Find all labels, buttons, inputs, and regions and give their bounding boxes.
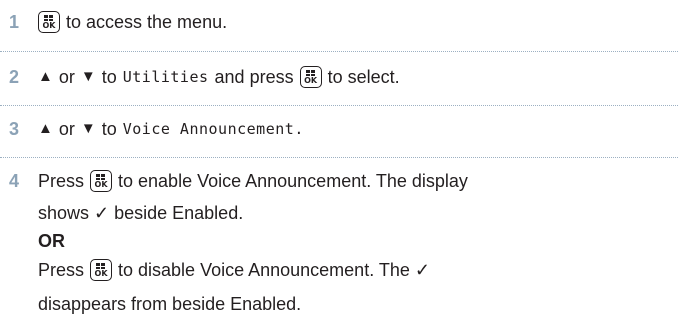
menu-ok-key-icon: OK: [90, 259, 113, 281]
divider: [0, 157, 678, 158]
and-press-text: and press: [214, 67, 294, 87]
press-text: Press: [38, 260, 85, 280]
or-text: or: [58, 67, 75, 87]
to-text: to: [101, 67, 117, 87]
down-arrow-icon: ▼: [80, 68, 96, 85]
up-arrow-icon: ▲: [38, 68, 53, 85]
divider: [0, 51, 678, 52]
divider: [0, 105, 678, 106]
select-text: to select.: [327, 67, 400, 87]
or-text: or: [58, 119, 75, 139]
step-number: 1: [9, 12, 20, 32]
step-1-line: OK to access the menu.: [38, 8, 227, 36]
menu-item-utilities: Utilities: [122, 68, 209, 86]
period: .: [294, 120, 304, 138]
step-3-line: ▲ or ▼ to Voice Announcement .: [38, 115, 304, 143]
enable-text: to enable Voice Announcement. The displa…: [118, 171, 468, 191]
disable-text: to disable Voice Announcement. The ✓: [118, 260, 430, 280]
step-number: 3: [9, 119, 20, 139]
step-1-text: to access the menu.: [66, 12, 228, 32]
down-arrow-icon: ▼: [80, 120, 96, 137]
step-4-line-5: disappears from beside Enabled.: [38, 294, 302, 314]
menu-ok-key-icon: OK: [90, 170, 113, 192]
step-2-line: ▲ or ▼ to Utilities and press OK to sele…: [38, 63, 400, 91]
menu-ok-key-icon: OK: [299, 66, 322, 88]
step-number: 4: [9, 171, 20, 191]
step-4-line-4: Press OK to disable Voice Announcement. …: [38, 256, 430, 284]
or-label: OR: [38, 231, 65, 251]
press-text: Press: [38, 171, 85, 191]
to-text: to: [101, 119, 117, 139]
step-4-line-2: shows ✓ beside Enabled.: [38, 203, 244, 223]
menu-item-voice-announcement: Voice Announcement: [122, 120, 295, 138]
menu-ok-key-icon: OK: [38, 11, 60, 33]
up-arrow-icon: ▲: [38, 120, 53, 137]
step-4-line-1: Press OK to enable Voice Announcement. T…: [38, 167, 468, 195]
step-number: 2: [9, 67, 20, 87]
